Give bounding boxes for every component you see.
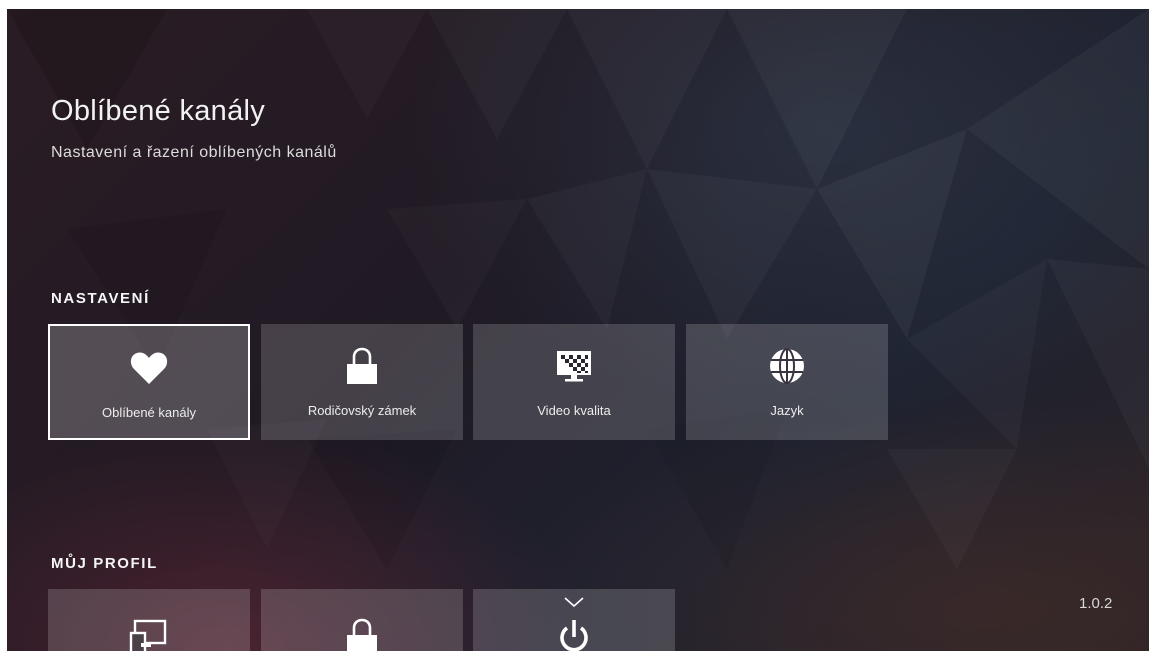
globe-icon — [767, 346, 807, 386]
tile-devices[interactable] — [48, 589, 250, 651]
devices-icon — [129, 617, 169, 651]
chevron-down-icon — [563, 595, 585, 613]
tile-label: Oblíbené kanály — [102, 405, 196, 420]
tile-label: Jazyk — [770, 403, 804, 418]
tv-settings-screen: Oblíbené kanály Nastavení a řazení oblíb… — [7, 9, 1149, 651]
section-heading-my-profile: MŮJ PROFIL — [51, 555, 158, 572]
tile-label: Rodičovský zámek — [307, 403, 417, 418]
video-quality-icon — [554, 346, 594, 386]
tile-language[interactable]: Jazyk — [686, 324, 888, 440]
tile-favorite-channels[interactable]: Oblíbené kanály — [48, 324, 250, 440]
tile-profile-lock[interactable] — [261, 589, 463, 651]
page-subtitle: Nastavení a řazení oblíbených kanálů — [51, 144, 337, 161]
tile-power[interactable] — [473, 589, 675, 651]
page-title: Oblíbené kanály — [51, 95, 266, 127]
tile-parental-lock[interactable]: Rodičovský zámek — [261, 324, 463, 440]
tile-video-quality[interactable]: Video kvalita — [473, 324, 675, 440]
section-heading-settings: NASTAVENÍ — [51, 290, 150, 307]
heart-icon — [129, 348, 169, 388]
padlock-icon — [342, 346, 382, 386]
power-icon — [554, 617, 594, 651]
padlock-icon — [342, 617, 382, 651]
app-version: 1.0.2 — [1079, 595, 1113, 612]
tile-label: Video kvalita — [537, 403, 611, 418]
